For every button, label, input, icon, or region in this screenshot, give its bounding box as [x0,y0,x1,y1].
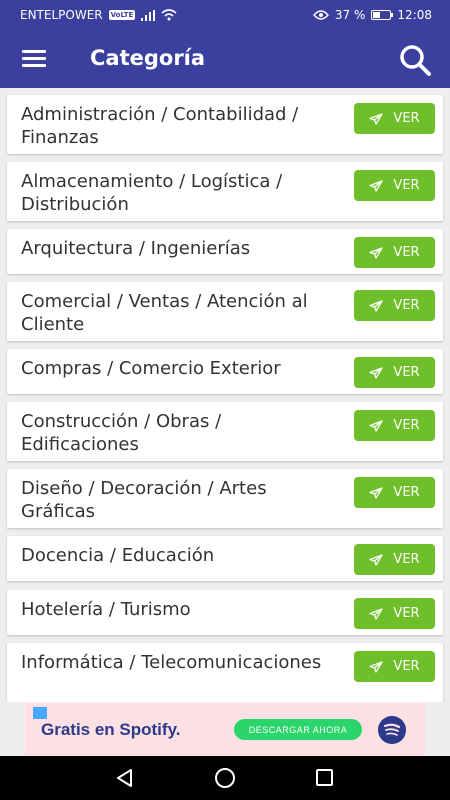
ver-button[interactable]: VER [354,103,435,134]
category-label: Comercial / Ventas / Atención al Cliente [21,291,308,335]
category-card[interactable]: Comercial / Ventas / Atención al Cliente… [7,282,443,341]
ad-download-button[interactable]: DESCARGAR AHORA [234,719,362,740]
eye-icon [312,10,329,20]
home-icon[interactable] [215,768,235,788]
category-card[interactable]: Administración / Contabilidad / Finanzas… [7,95,443,154]
send-icon [369,607,384,620]
category-list: Administración / Contabilidad / Finanzas… [0,88,450,702]
category-card[interactable]: Construcción / Obras / Edificaciones VER [7,402,443,461]
ad-title: Gratis en Spotify. [41,720,181,739]
ver-button[interactable]: VER [354,357,435,388]
category-card[interactable]: Arquitectura / Ingenierías VER [7,229,443,274]
send-icon [369,112,384,125]
ver-button-label: VER [393,606,420,621]
send-icon [369,660,384,673]
app-bar: Categoría [0,30,450,88]
category-label: Construcción / Obras / Edificaciones [21,411,222,455]
send-icon [369,553,384,566]
category-label: Almacenamiento / Logística / Distribució… [21,171,283,215]
category-label: Arquitectura / Ingenierías [21,238,251,259]
recent-apps-icon[interactable] [316,769,333,786]
status-bar: ENTELPOWER VoLTE 37 % 12:08 [0,0,450,30]
signal-icon [141,9,156,21]
ver-button-label: VER [393,552,420,567]
carrier-name: ENTELPOWER [20,8,103,22]
ad-choices-icon[interactable] [33,707,47,719]
clock: 12:08 [397,8,432,22]
battery-icon [371,10,394,20]
ver-button[interactable]: VER [354,598,435,629]
send-icon [369,299,384,312]
category-label: Docencia / Educación [21,545,215,566]
category-label: Administración / Contabilidad / Finanzas [21,104,299,148]
send-icon [369,179,384,192]
category-label: Hotelería / Turismo [21,599,191,620]
ver-button-label: VER [393,111,420,126]
ver-button[interactable]: VER [354,237,435,268]
category-card[interactable]: Almacenamiento / Logística / Distribució… [7,162,443,221]
category-label: Diseño / Decoración / Artes Gráficas [21,478,267,522]
ver-button-label: VER [393,298,420,313]
battery-percent: 37 % [334,8,366,22]
back-icon[interactable] [115,768,135,788]
ver-button[interactable]: VER [354,477,435,508]
ver-button[interactable]: VER [354,544,435,575]
send-icon [369,486,384,499]
wifi-icon [161,9,177,21]
category-card[interactable]: Compras / Comercio Exterior VER [7,349,443,394]
ver-button-label: VER [393,418,420,433]
send-icon [369,419,384,432]
status-right: 37 % 12:08 [312,8,432,22]
send-icon [369,366,384,379]
spotify-logo-icon [378,716,406,744]
ver-button-label: VER [393,365,420,380]
category-card[interactable]: Informática / Telecomunicaciones VER [7,643,443,702]
category-label: Compras / Comercio Exterior [21,358,281,379]
ver-button-label: VER [393,485,420,500]
volte-badge: VoLTE [108,10,136,20]
category-card[interactable]: Diseño / Decoración / Artes Gráficas VER [7,469,443,528]
category-label: Informática / Telecomunicaciones [21,652,322,673]
ver-button[interactable]: VER [354,651,435,682]
battery-fill [373,12,380,18]
status-left: ENTELPOWER VoLTE [20,8,177,22]
ver-button-label: VER [393,178,420,193]
menu-icon[interactable] [22,50,48,68]
ver-button[interactable]: VER [354,170,435,201]
ver-button[interactable]: VER [354,410,435,441]
system-nav-bar [0,756,450,800]
category-card[interactable]: Hotelería / Turismo VER [7,590,443,635]
ad-banner[interactable]: Gratis en Spotify. DESCARGAR AHORA [25,703,425,756]
ver-button-label: VER [393,245,420,260]
search-icon[interactable] [398,43,432,77]
ver-button-label: VER [393,659,420,674]
category-card[interactable]: Docencia / Educación VER [7,536,443,581]
ver-button[interactable]: VER [354,290,435,321]
send-icon [369,246,384,259]
page-title: Categoría [90,46,206,70]
